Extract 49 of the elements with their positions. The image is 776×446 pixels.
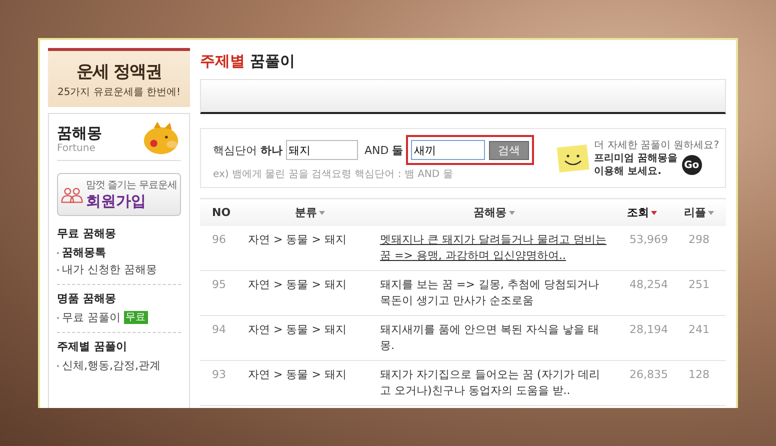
piggy-bank-icon [141,120,181,156]
category-path: 자연 > 동물 > 돼지 [248,233,346,246]
row-number: 96 [212,233,226,246]
menu-link[interactable]: 무료 꿈풀이 [62,309,120,326]
sidebar-subtitle: Fortune [57,143,96,154]
promo-banner[interactable]: 운세 정액권 25가지 유료운세를 한번에! [48,48,190,107]
section-heading: 주제별 꿈풀이 [57,339,128,354]
sign-up-button[interactable]: 맘껏 즐기는 무료운세 회원가입 [57,173,181,216]
dream-title-link[interactable]: 멧돼지나 큰 돼지가 달려들거나 물려고 덤비는 꿈 => 용맹, 과감하며 입신양명하여.. [380,232,608,264]
keyword-label: 핵심단어 하나 [213,142,282,158]
section-heading: 명품 꿈해몽 [57,291,117,306]
reply-count: 241 [688,323,710,336]
banner-subtitle: 25가지 유료운세를 한번에! [57,86,181,98]
reply-count: 251 [688,278,710,291]
smiley-note-icon [556,143,590,173]
first-keyword-field[interactable]: 돼지 [286,140,358,160]
second-keyword-label: AND 둘 [364,142,404,158]
promo-text: 프리미엄 꿈해몽을 이용해 보세요. [594,152,678,178]
view-count: 28,194 [630,323,668,336]
dream-title-link[interactable]: 돼지가 자기집으로 들어오는 꿈 (자기가 데리고 오거나)친구나 동업자의 도움을 받.. [380,367,608,399]
dream-title-link[interactable]: 돼지를 보는 꿈 => 길몽, 추첨에 당첨되거나 목돈이 생기고 만사가 순조로움 [380,277,608,309]
section-heading: 무료 꿈해몽 [57,226,117,241]
menu-link[interactable]: 꿈해몽톡 [62,244,106,261]
go-button[interactable]: Go [682,155,702,175]
row-number: 95 [212,278,226,291]
row-number: 93 [212,368,226,381]
people-icon [61,186,83,202]
view-count: 26,835 [630,368,668,381]
view-count: 53,969 [630,233,668,246]
column-header[interactable]: 분류 [295,205,325,220]
category-path: 자연 > 동물 > 돼지 [248,368,346,381]
reply-count: 298 [688,233,710,246]
reply-count: 128 [688,368,710,381]
view-count: 48,254 [630,278,668,291]
category-path: 자연 > 동물 > 돼지 [248,278,346,291]
page-title: 주제별 꿈풀이 [200,52,296,71]
promo-question: 더 자세한 꿈풀이 원하세요? [594,139,719,152]
dream-title-link[interactable]: 돼지새끼를 품에 안으면 복된 자식을 낳을 태몽. [380,322,608,354]
column-header: NO [212,206,231,219]
free-badge: 무료 [124,311,148,324]
banner-title: 운세 정액권 [76,60,162,82]
row-number: 94 [212,323,226,336]
menu-link[interactable]: 신체,행동,감정,관계 [62,357,160,374]
column-header[interactable]: 꿈해몽 [474,205,514,220]
menu-link[interactable]: 내가 신청한 꿈해몽 [62,261,157,278]
category-path: 자연 > 동물 > 돼지 [248,323,346,336]
sidebar-title: 꿈해몽 [57,124,102,143]
second-keyword-field[interactable]: 새끼 [411,140,486,160]
search-hint: ex) 뱀에게 물린 꿈을 검색요령 핵심단어 : 뱀 AND 물 [213,168,454,181]
